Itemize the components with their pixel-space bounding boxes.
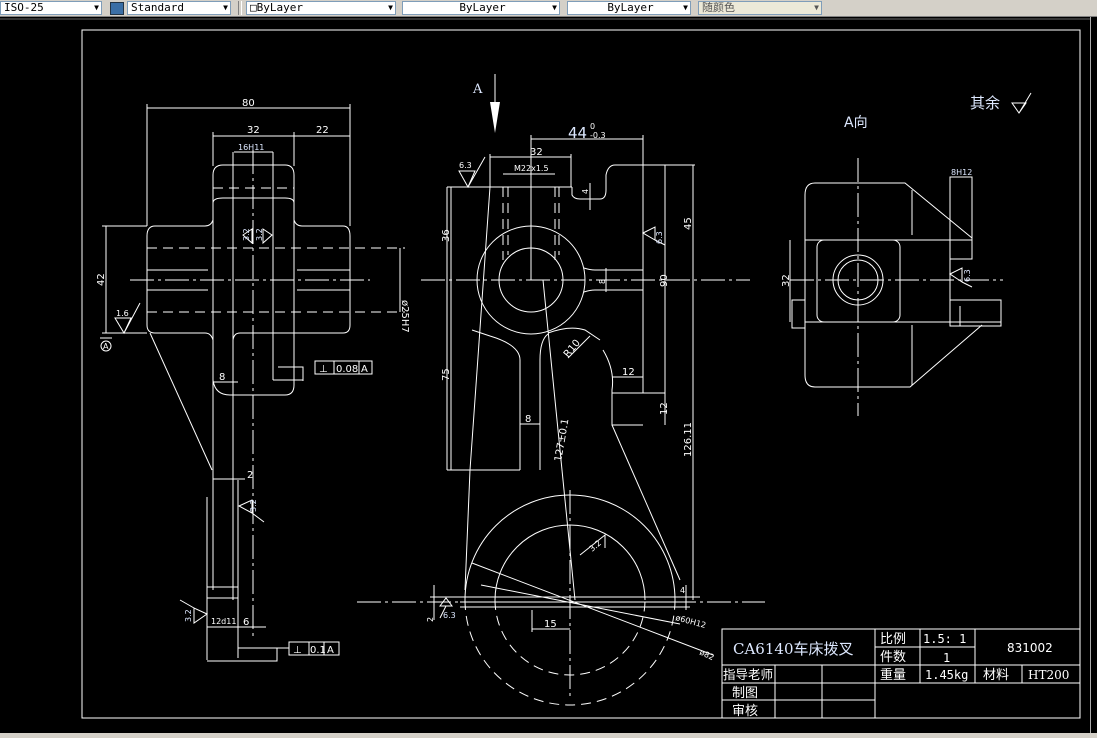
title-block: CA6140车床拨叉 比例 1.5: 1 件数 1 831002 重量 1.45…	[721, 628, 1081, 719]
dimstyle-dropdown[interactable]: ISO-25 ▼	[0, 1, 102, 15]
chevron-down-icon: ▼	[814, 3, 819, 12]
dim-phi60h12: ø60H12	[674, 613, 707, 630]
view-arrow-icon	[490, 102, 500, 133]
view-a-title: A向	[844, 115, 868, 131]
lineweight-value: ByLayer	[607, 1, 654, 14]
material-label: 材料	[983, 668, 1009, 683]
roughness-6-3: 6.3	[963, 269, 972, 282]
roughness-3-2: 3.2	[255, 228, 264, 241]
dim-4: 4	[581, 189, 590, 194]
dim-127: 127±0.1	[553, 418, 571, 463]
qty-label: 件数	[880, 650, 906, 665]
dim-phi82: ø82	[698, 648, 715, 663]
status-strip	[0, 733, 1097, 738]
dim-8: 8	[598, 279, 607, 284]
roughness-6-3: 6.3	[443, 611, 456, 620]
material-value: HT200	[1028, 668, 1069, 682]
dim-r10: R10	[562, 338, 583, 360]
roughness-6-3: 6.3	[655, 231, 664, 244]
weight-label: 重量	[880, 667, 906, 683]
chevron-down-icon: ▼	[388, 3, 393, 12]
dim-8: 8	[219, 372, 225, 383]
roughness-1-6: 1.6	[116, 309, 129, 318]
text-style-icon[interactable]	[110, 2, 124, 15]
tolerance-value: 0.1	[310, 645, 326, 656]
drawn-label: 制图	[732, 686, 758, 701]
dim-44: 44	[568, 124, 587, 142]
tolerance-symbol: ⊥	[293, 645, 302, 656]
datum-a: A	[103, 342, 109, 351]
dim-80: 80	[242, 98, 255, 109]
drawing-frame	[81, 29, 1081, 719]
dim-32: 32	[781, 274, 792, 287]
a-view: A向 其余 8H12 32 6.3	[781, 92, 1032, 416]
scale-label: 比例	[880, 632, 906, 647]
dim-22: 22	[316, 125, 329, 136]
roughness-3-2: 3.2	[242, 228, 251, 241]
dim-12: 12	[622, 367, 635, 378]
scale-value: 1.5: 1	[923, 632, 966, 646]
toolbar-separator	[238, 1, 242, 15]
dim-12: 12	[659, 402, 670, 415]
color-value: ByLayer	[256, 1, 303, 14]
dim-8h12: 8H12	[951, 168, 972, 177]
color-swatch-icon: □	[250, 1, 257, 14]
remaining-finish-note: 其余	[970, 94, 1000, 112]
chevron-down-icon: ▼	[552, 3, 557, 12]
dim-4: 4	[680, 586, 685, 595]
tolerance-datum: A	[327, 645, 334, 656]
dim-12d11: 12d11	[211, 617, 236, 626]
chevron-down-icon: ▼	[683, 3, 688, 12]
dim-36: 36	[441, 229, 452, 242]
dim-16h11: 16H11	[238, 143, 264, 152]
advisor-label: 指导老师	[723, 667, 773, 682]
tolerance-value: 0.08	[336, 364, 358, 375]
roughness-3-2: 3.2	[588, 538, 604, 553]
viewport-edge	[1090, 17, 1091, 733]
plotstyle-value: 随颜色	[702, 1, 735, 14]
weight-value: 1.45kg	[925, 668, 968, 682]
dim-8: 8	[525, 414, 531, 425]
checked-label: 审核	[732, 704, 758, 719]
dim-6: 6	[243, 617, 249, 628]
chevron-down-icon: ▼	[94, 3, 99, 12]
dimstyle-value: ISO-25	[4, 1, 44, 14]
dim-42: 42	[96, 273, 107, 286]
dim-75: 75	[441, 368, 452, 381]
linetype-value: ByLayer	[459, 1, 506, 14]
view-arrow-label: A	[472, 82, 483, 97]
front-view: A 44 0 -0.3 32 M22x1.5 6.3 4 6.3 8 12 R1…	[357, 74, 765, 706]
dim-126-11: 126.11	[683, 422, 694, 457]
roughness-6-3: 6.3	[459, 161, 472, 170]
linetype-dropdown[interactable]: ByLayer ▼	[402, 1, 560, 15]
side-view: 80 32 22 16H11 42 ø25H7 1.6 A 3.2 3.2 ⊥ …	[96, 98, 410, 662]
tolerance-symbol: ⊥	[319, 364, 328, 375]
roughness-symbol-icon	[1011, 92, 1032, 114]
dim-32: 32	[247, 125, 260, 136]
dim-m22x1-5: M22x1.5	[514, 164, 549, 173]
lineweight-dropdown[interactable]: ByLayer ▼	[567, 1, 691, 15]
qty-value: 1	[943, 651, 950, 665]
dim-90: 90	[659, 274, 670, 287]
plotstyle-dropdown: 随颜色 ▼	[698, 1, 822, 15]
drawing-canvas[interactable]: 80 32 22 16H11 42 ø25H7 1.6 A 3.2 3.2 ⊥ …	[0, 0, 1097, 738]
dim-15: 15	[544, 619, 557, 630]
dim-32: 32	[530, 147, 543, 158]
textstyle-dropdown[interactable]: Standard ▼	[127, 1, 231, 15]
dim-44-lower-tol: -0.3	[590, 131, 606, 140]
drawing-number: 831002	[1007, 641, 1053, 655]
roughness-3-2: 3.2	[249, 499, 258, 512]
dim-2: 2	[426, 617, 435, 622]
tolerance-datum: A	[361, 364, 368, 375]
dim-2: 2	[247, 470, 253, 481]
dim-phi25h7: ø25H7	[399, 300, 410, 333]
textstyle-value: Standard	[131, 1, 184, 14]
chevron-down-icon: ▼	[223, 3, 228, 12]
dim-44-upper-tol: 0	[590, 122, 595, 131]
dim-45: 45	[683, 217, 694, 230]
properties-toolbar: ISO-25 ▼ Standard ▼ □ByLayer ▼ ByLayer ▼ ByL…	[0, 0, 1097, 17]
roughness-3-2: 3.2	[184, 609, 193, 622]
layer-color-dropdown[interactable]: □ByLayer ▼	[246, 1, 396, 15]
part-name: CA6140车床拨叉	[733, 640, 853, 658]
